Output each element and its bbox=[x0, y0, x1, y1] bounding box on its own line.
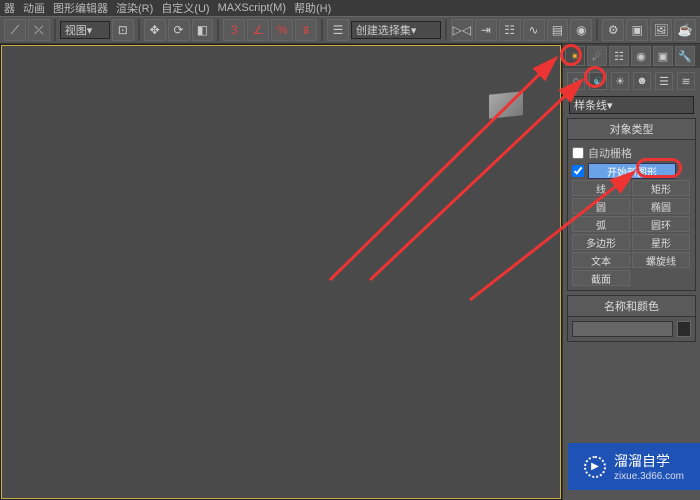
menu-item[interactable]: 器 bbox=[4, 0, 15, 16]
watermark-url: zixue.3d66.com bbox=[614, 471, 684, 482]
schematic-view-icon[interactable]: ▤ bbox=[547, 19, 569, 41]
menu-bar: 器 动画 图形编辑器 渲染(R) 自定义(U) MAXScript(M) 帮助(… bbox=[0, 0, 700, 16]
spinner-snap-icon[interactable]: ⩩ bbox=[295, 19, 317, 41]
star-button[interactable]: 星形 bbox=[632, 234, 690, 250]
rollout-header[interactable]: 对象类型 bbox=[568, 119, 695, 140]
display-tab-icon[interactable]: ▣ bbox=[653, 46, 673, 66]
layer-explorer-icon[interactable]: ☷ bbox=[499, 19, 521, 41]
snap-toggle-3-icon[interactable]: 3 bbox=[223, 19, 245, 41]
start-new-shape-button[interactable]: 开始新图形 bbox=[588, 163, 676, 179]
menu-item[interactable]: 渲染(R) bbox=[116, 0, 153, 16]
render-setup-icon[interactable]: ⚙ bbox=[602, 19, 624, 41]
material-editor-icon[interactable]: ◉ bbox=[570, 19, 592, 41]
angle-snap-icon[interactable]: ∠ bbox=[247, 19, 269, 41]
named-sel-set-dropdown[interactable]: 创建选择集 ▾ bbox=[351, 21, 441, 39]
space-warps-category-icon[interactable]: ≋ bbox=[677, 72, 695, 90]
menu-item[interactable]: 图形编辑器 bbox=[53, 0, 108, 16]
helix-button[interactable]: 螺旋线 bbox=[632, 252, 690, 268]
menu-item[interactable]: 自定义(U) bbox=[161, 0, 209, 16]
create-tab-icon[interactable]: ✴ bbox=[565, 46, 585, 66]
rectangle-button[interactable]: 矩形 bbox=[632, 180, 690, 196]
line-button[interactable]: 线 bbox=[572, 180, 630, 196]
command-panel-tabs: ✴ ☄ ☷ ◉ ▣ 🔧 bbox=[563, 44, 700, 68]
auto-grid-checkbox[interactable] bbox=[572, 147, 584, 159]
viewport[interactable] bbox=[0, 44, 562, 500]
watermark: ▶ 溜溜自学 zixue.3d66.com bbox=[568, 443, 700, 490]
object-type-rollout: 对象类型 自动栅格 开始新图形 线 矩形 圆 椭圆 弧 圆环 多边形 bbox=[567, 118, 696, 291]
ngon-button[interactable]: 多边形 bbox=[572, 234, 630, 250]
shape-buttons-grid: 线 矩形 圆 椭圆 弧 圆环 多边形 星形 文本 螺旋线 截面 bbox=[572, 180, 691, 286]
mirror-icon[interactable]: ▷◁ bbox=[451, 19, 473, 41]
link-icon[interactable]: ⟋ bbox=[4, 19, 26, 41]
manage-layers-icon[interactable]: ☰ bbox=[327, 19, 349, 41]
align-icon[interactable]: ⇥ bbox=[475, 19, 497, 41]
text-button[interactable]: 文本 bbox=[572, 252, 630, 268]
rollout-header[interactable]: 名称和颜色 bbox=[568, 296, 695, 317]
play-icon: ▶ bbox=[584, 456, 606, 478]
lights-category-icon[interactable]: ☀ bbox=[611, 72, 629, 90]
start-new-shape-checkbox[interactable] bbox=[572, 165, 584, 177]
utilities-tab-icon[interactable]: 🔧 bbox=[675, 46, 695, 66]
hierarchy-tab-icon[interactable]: ☷ bbox=[609, 46, 629, 66]
teapot-icon[interactable]: ☕ bbox=[674, 19, 696, 41]
select-move-icon[interactable]: ✥ bbox=[144, 19, 166, 41]
geometry-category-icon[interactable]: ○ bbox=[567, 72, 585, 90]
cameras-category-icon[interactable]: ☻ bbox=[633, 72, 651, 90]
watermark-brand: 溜溜自学 bbox=[614, 451, 684, 471]
menu-item[interactable]: 动画 bbox=[23, 0, 45, 16]
ellipse-button[interactable]: 椭圆 bbox=[632, 198, 690, 214]
create-category-row: ○ ☯ ☀ ☻ ☰ ≋ bbox=[563, 68, 700, 94]
menu-item[interactable]: MAXScript(M) bbox=[218, 2, 286, 14]
name-and-color-rollout: 名称和颜色 bbox=[567, 295, 696, 342]
main-area: ✴ ☄ ☷ ◉ ▣ 🔧 ○ ☯ ☀ ☻ ☰ ≋ 样条线 ▾ 对象类型 自动栅格 bbox=[0, 44, 700, 500]
render-production-icon[interactable]: 🖼 bbox=[650, 19, 672, 41]
auto-grid-label: 自动栅格 bbox=[588, 145, 632, 161]
modify-tab-icon[interactable]: ☄ bbox=[587, 46, 607, 66]
select-scale-icon[interactable]: ◧ bbox=[192, 19, 214, 41]
refcoord-dropdown[interactable]: 视图 ▾ bbox=[60, 21, 110, 39]
shapes-category-icon[interactable]: ☯ bbox=[589, 72, 607, 90]
use-pivot-center-icon[interactable]: ⊡ bbox=[112, 19, 134, 41]
object-color-swatch[interactable] bbox=[677, 321, 691, 337]
curve-editor-icon[interactable]: ∿ bbox=[523, 19, 545, 41]
object-name-input[interactable] bbox=[572, 321, 673, 337]
section-button[interactable]: 截面 bbox=[572, 270, 630, 286]
geometry-placeholder-icon bbox=[489, 91, 523, 119]
arc-button[interactable]: 弧 bbox=[572, 216, 630, 232]
unlink-icon[interactable]: ⤫ bbox=[28, 19, 50, 41]
select-rotate-icon[interactable]: ⟳ bbox=[168, 19, 190, 41]
main-toolbar: ⟋ ⤫ 视图 ▾ ⊡ ✥ ⟳ ◧ 3 ∠ % ⩩ ☰ 创建选择集 ▾ ▷◁ ⇥ … bbox=[0, 16, 700, 44]
rendered-frame-window-icon[interactable]: ▣ bbox=[626, 19, 648, 41]
circle-button[interactable]: 圆 bbox=[572, 198, 630, 214]
donut-button[interactable]: 圆环 bbox=[632, 216, 690, 232]
percent-snap-icon[interactable]: % bbox=[271, 19, 293, 41]
motion-tab-icon[interactable]: ◉ bbox=[631, 46, 651, 66]
command-panel: ✴ ☄ ☷ ◉ ▣ 🔧 ○ ☯ ☀ ☻ ☰ ≋ 样条线 ▾ 对象类型 自动栅格 bbox=[562, 44, 700, 500]
helpers-category-icon[interactable]: ☰ bbox=[655, 72, 673, 90]
subcategory-dropdown[interactable]: 样条线 ▾ bbox=[569, 96, 694, 114]
menu-item[interactable]: 帮助(H) bbox=[294, 0, 331, 16]
